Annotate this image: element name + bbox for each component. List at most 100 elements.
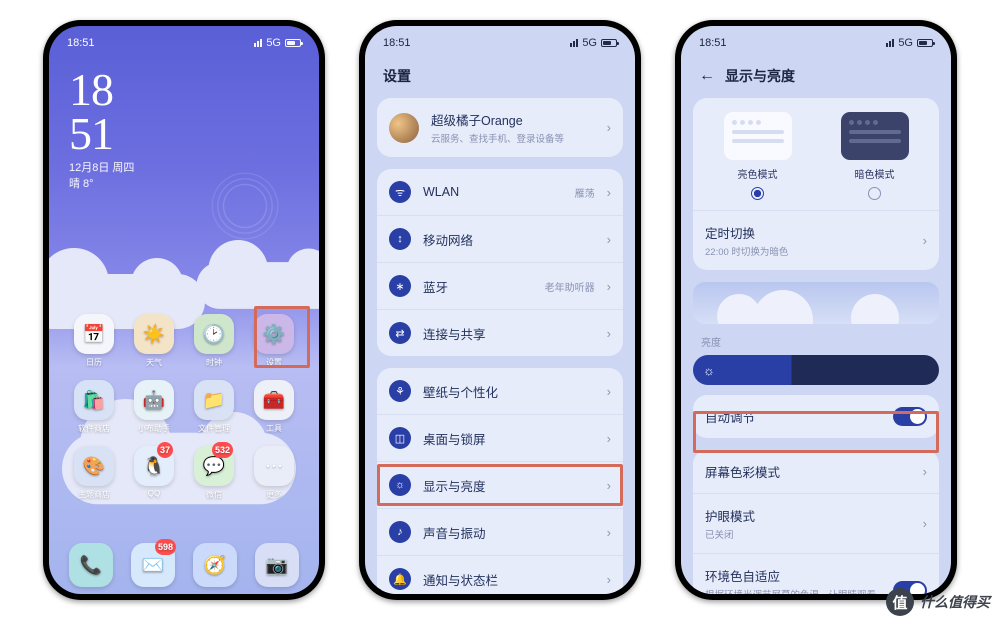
share-icon: ⇄ xyxy=(389,322,411,344)
row-home-lock[interactable]: ◫ 桌面与锁屏 › xyxy=(377,414,623,461)
row-sub: 22:00 时切换为暗色 xyxy=(705,244,911,258)
signal-icon xyxy=(570,39,578,47)
chevron-right-icon: › xyxy=(607,120,611,135)
profile-sub: 云服务、查找手机、登录设备等 xyxy=(431,131,595,145)
clock-minutes: 51 xyxy=(69,112,299,156)
row-label: 蓝牙 xyxy=(423,277,533,296)
light-mode-option[interactable]: 亮色模式 xyxy=(724,112,792,200)
phone-settings: 18:51 5G 设置 超级橘子Orange 云服务、查找手机、登录设备等 › … xyxy=(359,20,641,600)
radio-unselected-icon xyxy=(868,187,881,200)
row-connections[interactable]: ⇄连接与共享› xyxy=(377,309,623,356)
row-sub: 已关闭 xyxy=(705,527,911,541)
network-icon: 5G xyxy=(266,37,281,49)
row-label: 护眼模式 xyxy=(705,506,911,525)
row-color-mode[interactable]: 屏幕色彩模式› xyxy=(693,450,939,493)
app-label: 文件管理 xyxy=(198,423,230,434)
row-label: 显示与亮度 xyxy=(423,476,595,495)
dark-preview xyxy=(841,112,909,160)
network-icon: 5G xyxy=(898,37,913,49)
app-label: 工具 xyxy=(266,423,282,434)
app-calendar[interactable]: 📅日历 xyxy=(67,314,121,368)
row-eye-comfort[interactable]: 护眼模式已关闭 › xyxy=(693,493,939,553)
brightness-slider[interactable]: ☼ xyxy=(693,355,939,385)
chevron-right-icon: › xyxy=(607,431,611,446)
app-label: 设置 xyxy=(266,357,282,368)
app-themes[interactable]: 🎨主题商店 xyxy=(67,446,121,500)
row-bluetooth[interactable]: ∗蓝牙老年助听器› xyxy=(377,262,623,309)
dark-mode-label: 暗色模式 xyxy=(855,166,895,181)
row-sound[interactable]: ♪声音与振动› xyxy=(377,508,623,555)
toggle-on-icon[interactable] xyxy=(893,407,927,426)
chevron-right-icon: › xyxy=(923,516,927,531)
row-label: 声音与振动 xyxy=(423,523,595,542)
chevron-right-icon: › xyxy=(607,572,611,587)
wifi-icon: ᯤ xyxy=(389,181,411,203)
app-assistant[interactable]: 🤖小布助手 xyxy=(127,380,181,434)
signal-icon xyxy=(886,39,894,47)
settings-group-network: ᯤWLAN雁荡› ↕移动网络› ∗蓝牙老年助听器› ⇄连接与共享› xyxy=(377,169,623,356)
page-title: 显示与亮度 xyxy=(725,66,795,86)
status-time: 18:51 xyxy=(699,37,727,49)
row-sub: 根据环境光调节屏幕的色温，让眼睛观看屏幕更舒适 xyxy=(705,587,881,594)
date-text: 12月8日 周四 xyxy=(69,162,134,174)
nfc-icon xyxy=(254,39,262,47)
wallpaper-swirl xyxy=(205,166,285,246)
row-label: 连接与共享 xyxy=(423,324,595,343)
battery-icon xyxy=(601,39,617,47)
row-hint: 老年助听器 xyxy=(545,279,595,294)
dock-browser[interactable]: 🧭 xyxy=(184,543,246,587)
dock-phone[interactable]: 📞 xyxy=(60,543,122,587)
app-clock[interactable]: 🕑时钟 xyxy=(187,314,241,368)
app-label: 小布助手 xyxy=(138,423,170,434)
dock: 📞 ✉️598 🧭 📷 xyxy=(60,543,308,587)
chevron-right-icon: › xyxy=(607,384,611,399)
brightness-section-label: 亮度 xyxy=(701,334,931,349)
weather-text: 晴 8° xyxy=(69,178,94,190)
dock-camera[interactable]: 📷 xyxy=(246,543,308,587)
app-label: 主题商店 xyxy=(78,489,110,500)
row-schedule[interactable]: 定时切换 22:00 时切换为暗色 › xyxy=(693,210,939,270)
chevron-right-icon: › xyxy=(607,525,611,540)
app-tools[interactable]: 🧰工具 xyxy=(247,380,301,434)
profile-card[interactable]: 超级橘子Orange 云服务、查找手机、登录设备等 › xyxy=(377,98,623,157)
row-label: 桌面与锁屏 xyxy=(423,429,595,448)
display-settings-screen: 18:51 5G ← 显示与亮度 亮色模式 暗色模式 xyxy=(681,26,951,594)
app-more[interactable]: ⋯更多 xyxy=(247,446,301,500)
dock-messages[interactable]: ✉️598 xyxy=(122,543,184,587)
wallpaper-icon: ⚘ xyxy=(389,380,411,402)
auto-brightness-card: 自动调节 xyxy=(693,395,939,438)
theme-options: 亮色模式 暗色模式 xyxy=(693,98,939,210)
app-settings[interactable]: ⚙️设置 xyxy=(247,314,301,368)
app-label: 时钟 xyxy=(206,357,222,368)
back-button[interactable]: ← xyxy=(699,68,715,84)
page-title: 设置 xyxy=(383,66,411,86)
watermark-text: 什么值得买 xyxy=(920,592,990,612)
row-display-brightness[interactable]: ☼显示与亮度› xyxy=(377,461,623,508)
row-auto-brightness[interactable]: 自动调节 xyxy=(693,395,939,438)
row-label: WLAN xyxy=(423,185,563,199)
app-wechat[interactable]: 💬微信532 xyxy=(187,446,241,500)
chevron-right-icon: › xyxy=(607,478,611,493)
app-label: 微信 xyxy=(206,489,222,500)
row-wlan[interactable]: ᯤWLAN雁荡› xyxy=(377,169,623,215)
mobile-data-icon: ↕ xyxy=(389,228,411,250)
theme-card: 亮色模式 暗色模式 定时切换 22:00 时切换为暗色 › xyxy=(693,98,939,270)
app-weather[interactable]: ☀️天气 xyxy=(127,314,181,368)
chevron-right-icon: › xyxy=(923,464,927,479)
status-bar: 18:51 5G xyxy=(681,26,951,60)
row-notifications[interactable]: 🔔通知与状态栏› xyxy=(377,555,623,594)
row-mobile-network[interactable]: ↕移动网络› xyxy=(377,215,623,262)
battery-icon xyxy=(917,39,933,47)
status-bar: 18:51 5G xyxy=(49,26,319,60)
avatar xyxy=(389,113,419,143)
phone-home: 18:51 5G 18 51 12月8日 周四 晴 8° 📅日历 ☀️天气 🕑时… xyxy=(43,20,325,600)
row-label: 环境色自适应 xyxy=(705,566,881,585)
app-store[interactable]: 🛍️软件商店 xyxy=(67,380,121,434)
chevron-right-icon: › xyxy=(607,279,611,294)
wallpaper-cloud xyxy=(197,262,320,309)
app-qq[interactable]: 🐧QQ37 xyxy=(127,446,181,500)
row-wallpaper[interactable]: ⚘壁纸与个性化› xyxy=(377,368,623,414)
homescreen-icon: ◫ xyxy=(389,427,411,449)
dark-mode-option[interactable]: 暗色模式 xyxy=(841,112,909,200)
app-files[interactable]: 📁文件管理 xyxy=(187,380,241,434)
